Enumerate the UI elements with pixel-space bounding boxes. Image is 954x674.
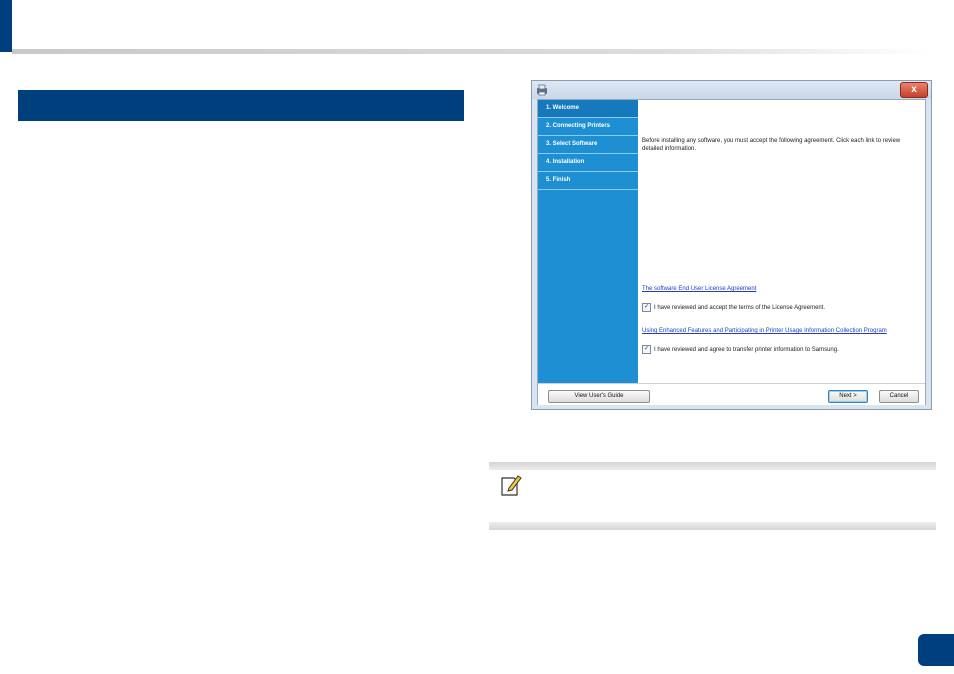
close-icon: x (911, 84, 917, 95)
agreement-panel: Before installing any software, you must… (638, 100, 925, 383)
eula-checkbox-row[interactable]: ✓ I have reviewed and accept the terms o… (642, 303, 825, 312)
agreement-intro-text: Before installing any software, you must… (642, 138, 901, 152)
header-divider (12, 49, 932, 54)
note-box (489, 462, 936, 530)
step-finish: 5. Finish (538, 172, 638, 190)
note-bottom-band (489, 522, 936, 530)
section-heading-bar (18, 90, 464, 121)
view-users-guide-button[interactable]: View User's Guide (548, 390, 650, 403)
step-select-software: 3. Select Software (538, 136, 638, 154)
eula-checkbox[interactable]: ✓ (642, 303, 651, 312)
step-installation: 4. Installation (538, 154, 638, 172)
step-connecting-printers: 2. Connecting Printers (538, 118, 638, 136)
usage-checkbox[interactable]: ✓ (642, 345, 651, 354)
step-sidebar: 1. Welcome 2. Connecting Printers 3. Sel… (538, 100, 638, 383)
eula-checkbox-label: I have reviewed and accept the terms of … (654, 304, 826, 311)
next-button[interactable]: Next > (828, 390, 868, 403)
usage-program-link[interactable]: Using Enhanced Features and Participatin… (642, 328, 887, 334)
usage-checkbox-label: I have reviewed and agree to transfer pr… (654, 346, 839, 353)
note-top-band (489, 462, 936, 470)
step-welcome: 1. Welcome (538, 100, 638, 118)
note-pencil-icon (501, 475, 522, 496)
window-titlebar[interactable]: x (532, 81, 931, 99)
eula-link[interactable]: The software End User License Agreement (642, 286, 756, 292)
cancel-button[interactable]: Cancel (879, 390, 919, 403)
page-number-badge (918, 634, 954, 666)
installer-client-area: 1. Welcome 2. Connecting Printers 3. Sel… (537, 99, 926, 405)
window-close-button[interactable]: x (900, 82, 928, 98)
installer-app-icon (537, 84, 547, 96)
installer-footer: View User's Guide Next > Cancel (538, 383, 925, 405)
installer-window: x 1. Welcome 2. Connecting Printers 3. S… (531, 80, 932, 410)
usage-checkbox-row[interactable]: ✓ I have reviewed and agree to transfer … (642, 345, 839, 354)
header-accent-bar (0, 0, 12, 52)
